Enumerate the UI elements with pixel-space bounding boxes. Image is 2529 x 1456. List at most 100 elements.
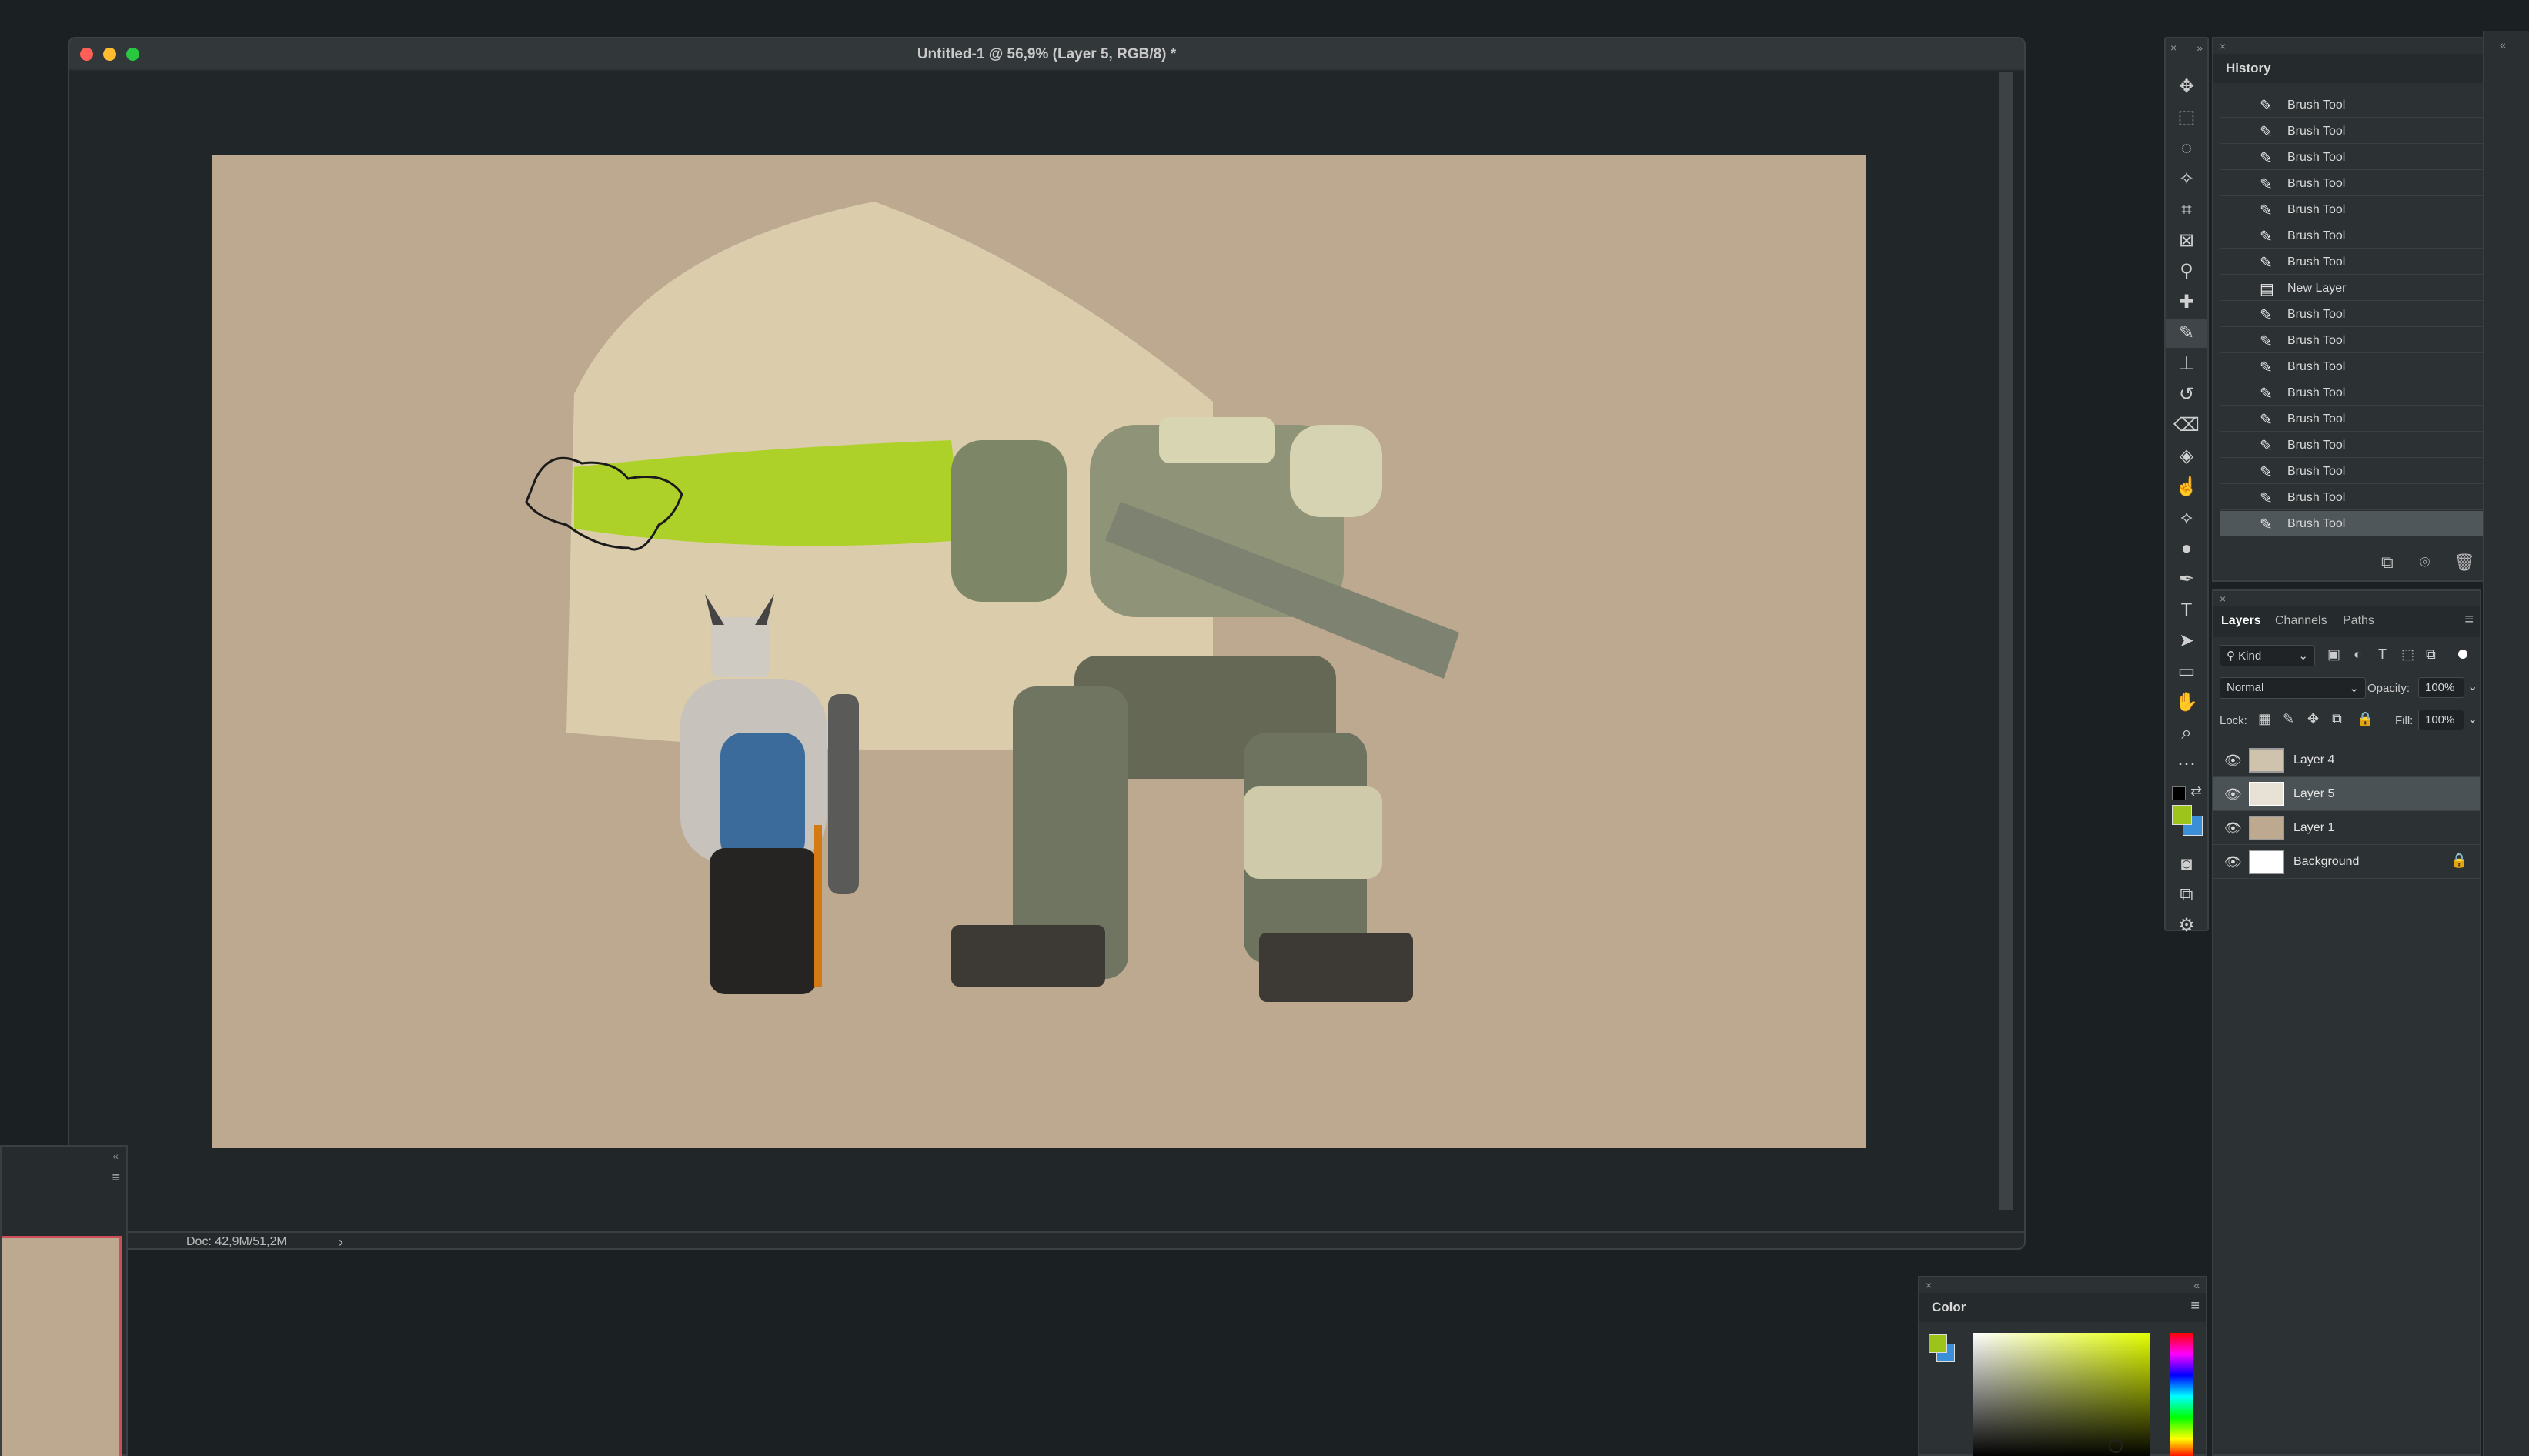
magic-wand-tool-icon[interactable]: ✧ — [2166, 165, 2207, 194]
opacity-field[interactable]: 100% — [2418, 677, 2464, 698]
canvas[interactable] — [212, 155, 1866, 1148]
layer-row[interactable]: 👁 Layer 1 — [2213, 811, 2480, 845]
eraser-tool-icon[interactable]: ⌫ — [2166, 411, 2207, 440]
color-close-icon[interactable]: × — [1926, 1279, 1932, 1291]
eye-icon[interactable]: 👁 — [2224, 786, 2242, 803]
layer-row[interactable]: 👁 Background 🔒 — [2213, 845, 2480, 879]
eye-icon[interactable]: 👁 — [2224, 820, 2242, 837]
tab-paths[interactable]: Paths — [2343, 614, 2374, 628]
history-item[interactable]: ✎ Brush Tool — [2220, 302, 2486, 327]
title-bar[interactable]: Untitled-1 @ 56,9% (Layer 5, RGB/8) * — [69, 38, 2024, 71]
path-selection-tool-icon[interactable]: ➤ — [2166, 626, 2207, 656]
vertical-scrollbar[interactable] — [1999, 72, 2013, 1210]
paint-bucket-tool-icon[interactable]: ◈ — [2166, 442, 2207, 471]
history-item[interactable]: ✎ Brush Tool — [2220, 249, 2486, 275]
crop-tool-icon[interactable]: ⌗ — [2166, 195, 2207, 225]
chevron-down-icon[interactable]: ⌄ — [2467, 711, 2477, 726]
history-brush-tool-icon[interactable]: ↺ — [2166, 380, 2207, 409]
history-item-selected[interactable]: ✎ Brush Tool — [2220, 511, 2486, 536]
panel-menu-icon[interactable]: ≡ — [112, 1170, 120, 1186]
healing-brush-tool-icon[interactable]: ✚ — [2166, 288, 2207, 317]
history-close-icon[interactable]: × — [2220, 40, 2226, 52]
layers-close-icon[interactable]: × — [2220, 593, 2226, 605]
color-menu-icon[interactable]: ≡ — [2190, 1297, 2200, 1315]
snapshot-camera-icon[interactable]: ⌾ — [2420, 553, 2430, 573]
history-item[interactable]: ✎ Brush Tool — [2220, 485, 2486, 510]
history-item[interactable]: ✎ Brush Tool — [2220, 406, 2486, 432]
lock-all-icon[interactable]: 🔒 — [2357, 711, 2374, 727]
toolbar-close-icon[interactable]: × — [2170, 42, 2177, 54]
eyedropper-tool-icon[interactable]: ⚲ — [2166, 257, 2207, 286]
eye-icon[interactable]: 👁 — [2224, 854, 2242, 870]
dock-collapse-icon[interactable]: « — [2500, 38, 2506, 51]
clone-stamp-tool-icon[interactable]: ⊥ — [2166, 349, 2207, 379]
screen-mode-icon[interactable]: ⧉ — [2166, 880, 2207, 910]
chevron-down-icon: ⌄ — [2349, 682, 2359, 695]
status-menu-arrow-icon[interactable]: › — [339, 1234, 343, 1248]
chevron-down-icon[interactable]: ⌄ — [2467, 679, 2477, 694]
history-item[interactable]: ✎ Brush Tool — [2220, 328, 2486, 353]
filter-toggle-icon[interactable] — [2458, 650, 2467, 659]
swap-colors-icon[interactable]: ⇄ — [2190, 783, 2202, 800]
layer-row[interactable]: 👁 Layer 4 — [2213, 743, 2480, 777]
pen-tool-icon[interactable]: ✒ — [2166, 565, 2207, 594]
color-collapse-icon[interactable]: « — [2193, 1279, 2200, 1291]
fill-field[interactable]: 100% — [2418, 710, 2464, 730]
layer-thumbnail — [2249, 850, 2284, 874]
frame-tool-icon[interactable]: ⊠ — [2166, 226, 2207, 255]
filter-shape-icon[interactable]: ⬚ — [2401, 646, 2414, 663]
tab-channels[interactable]: Channels — [2275, 614, 2327, 628]
filter-smart-object-icon[interactable]: ⧉ — [2426, 646, 2436, 663]
color-picker-cursor[interactable] — [2109, 1439, 2123, 1453]
hue-slider[interactable] — [2170, 1333, 2193, 1456]
brush-tool-icon[interactable]: ✎ — [2166, 319, 2207, 348]
more-tools-icon[interactable]: ⋯ — [2166, 750, 2207, 779]
layers-menu-icon[interactable]: ≡ — [2464, 611, 2474, 629]
history-item[interactable]: ▤ New Layer — [2220, 276, 2486, 301]
lasso-tool-icon[interactable]: ◌ — [2166, 134, 2207, 163]
toolbar-collapse-icon[interactable]: » — [2197, 42, 2203, 54]
blend-mode-select[interactable]: Normal ⌄ — [2220, 677, 2366, 699]
move-tool-icon[interactable]: ✥ — [2166, 72, 2207, 102]
layer-row-selected[interactable]: 👁 Layer 5 — [2213, 777, 2480, 811]
eye-icon[interactable]: 👁 — [2224, 753, 2242, 769]
lock-artboard-icon[interactable]: ⧉ — [2332, 711, 2342, 727]
history-item[interactable]: ✎ Brush Tool — [2220, 171, 2486, 196]
marquee-tool-icon[interactable]: ⬚ — [2166, 103, 2207, 132]
saturation-brightness-field[interactable] — [1973, 1333, 2150, 1456]
history-item[interactable]: ✎ Brush Tool — [2220, 380, 2486, 406]
history-item-label: Brush Tool — [2287, 412, 2346, 426]
smudge-tool-icon[interactable]: ☝ — [2166, 473, 2207, 502]
filter-adjustment-icon[interactable]: ◐ — [2354, 646, 2362, 663]
lock-image-pixels-icon[interactable]: ✎ — [2283, 711, 2294, 727]
history-item[interactable]: ✎ Brush Tool — [2220, 223, 2486, 249]
dodge-tool-icon[interactable]: ● — [2166, 534, 2207, 563]
trash-icon[interactable]: 🗑 — [2454, 553, 2475, 573]
history-item[interactable]: ✎ Brush Tool — [2220, 459, 2486, 484]
rectangle-tool-icon[interactable]: ▭ — [2166, 657, 2207, 686]
layer-name: Background — [2293, 855, 2360, 868]
new-document-from-state-icon[interactable]: ⧉ — [2381, 553, 2394, 573]
zoom-tool-icon[interactable]: ⌕ — [2166, 719, 2207, 748]
edit-toolbar-icon[interactable]: ⚙ — [2166, 911, 2207, 940]
history-item[interactable]: ✎ Brush Tool — [2220, 119, 2486, 144]
filter-pixel-icon[interactable]: ▣ — [2327, 646, 2340, 663]
tab-layers[interactable]: Layers — [2221, 614, 2261, 628]
lock-transparent-pixels-icon[interactable]: ▦ — [2258, 711, 2271, 727]
layer-filter-kind[interactable]: ⚲ Kind ⌄ — [2220, 645, 2315, 666]
panel-collapse-icon[interactable]: « — [112, 1150, 119, 1162]
history-item[interactable]: ✎ Brush Tool — [2220, 92, 2486, 118]
blur-tool-icon[interactable]: ⟡ — [2166, 503, 2207, 533]
history-item[interactable]: ✎ Brush Tool — [2220, 145, 2486, 170]
lock-position-icon[interactable]: ✥ — [2307, 711, 2319, 727]
history-item[interactable]: ✎ Brush Tool — [2220, 432, 2486, 458]
quick-mask-icon[interactable]: ◙ — [2166, 850, 2207, 879]
hand-tool-icon[interactable]: ✋ — [2166, 688, 2207, 717]
history-item[interactable]: ✎ Brush Tool — [2220, 354, 2486, 379]
default-colors-icon[interactable] — [2172, 786, 2186, 800]
type-tool-icon[interactable]: T — [2166, 596, 2207, 625]
filter-type-icon[interactable]: T — [2378, 646, 2387, 663]
history-item[interactable]: ✎ Brush Tool — [2220, 197, 2486, 222]
color-foreground-swatch[interactable] — [1929, 1334, 1947, 1353]
foreground-color-swatch[interactable] — [2172, 805, 2192, 825]
